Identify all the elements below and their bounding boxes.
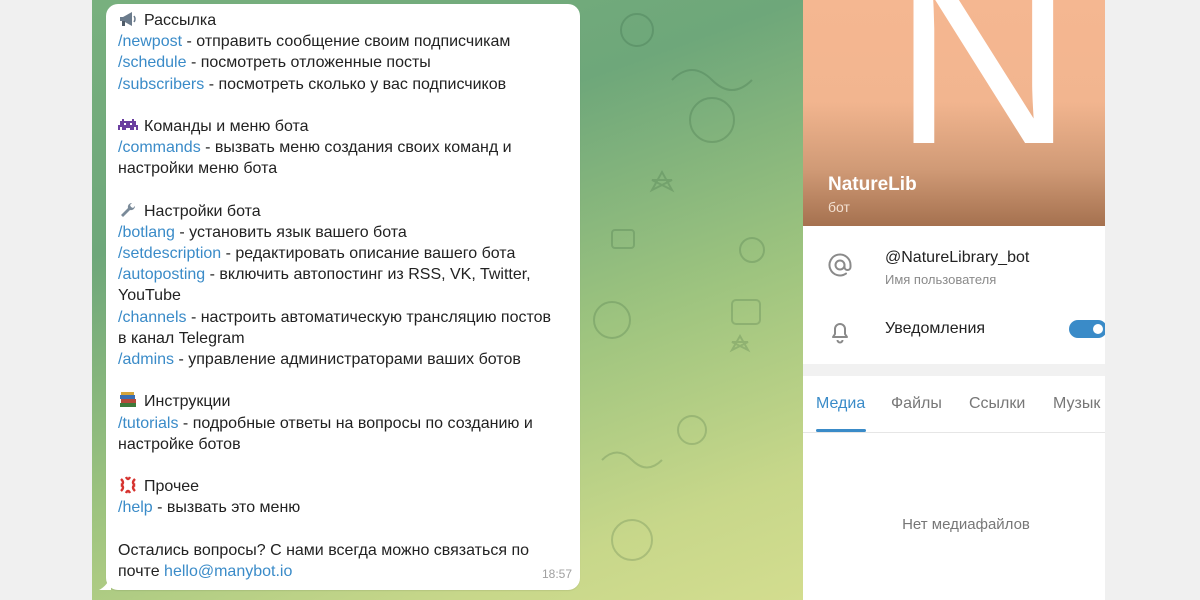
toggle-knob [1091, 322, 1105, 336]
command-link[interactable]: /botlang [118, 224, 175, 241]
message-line: /help - вызвать это меню [118, 497, 570, 518]
message-line: /setdescription - редактировать описание… [118, 243, 570, 264]
message-line: /autoposting - включить автопостинг из R… [118, 264, 570, 285]
line-text: Инструкции [144, 393, 231, 411]
line-text: - посмотреть отложенные посты [186, 54, 431, 72]
tab-files[interactable]: Файлы [891, 395, 942, 413]
command-link[interactable]: /tutorials [118, 415, 178, 432]
left-margin [0, 0, 92, 600]
command-link[interactable]: /schedule [118, 54, 187, 71]
username-label: Имя пользователя [885, 272, 997, 287]
profile-subtitle: бот [828, 199, 850, 215]
line-text: - настроить автоматическую трансляцию по… [186, 308, 552, 326]
message-line: Команды и меню бота [118, 116, 570, 137]
line-text: - отправить сообщение своим подписчикам [182, 33, 511, 51]
line-text: Команды и меню бота [144, 117, 309, 135]
profile-panel: N NatureLib бот @NatureLibrary_bot Имя п… [803, 0, 1105, 600]
command-link[interactable]: /channels [118, 309, 187, 326]
command-link[interactable]: /commands [118, 139, 201, 156]
chat-background: Рассылка/newpost - отправить сообщение с… [92, 0, 803, 600]
profile-avatar: N NatureLib бот [803, 0, 1105, 226]
line-text: Остались вопросы? С нами всегда можно св… [118, 541, 530, 559]
message-bubble: Рассылка/newpost - отправить сообщение с… [99, 4, 580, 590]
anger-icon [118, 476, 138, 494]
line-text: Рассылка [144, 12, 217, 29]
line-text: настройки меню бота [118, 160, 278, 178]
line-text: - установить язык вашего бота [174, 223, 407, 241]
message-line: /admins - управление администраторами ва… [118, 349, 570, 370]
command-link[interactable]: /help [118, 499, 153, 516]
command-link[interactable]: /autoposting [118, 266, 205, 283]
message-line: Прочее [118, 476, 570, 497]
right-margin [1105, 0, 1200, 600]
line-text: YouTube [118, 287, 181, 305]
message-line: /newpost - отправить сообщение своим под… [118, 31, 570, 52]
line-text: настройке ботов [118, 435, 241, 453]
message-line: Инструкции [118, 391, 570, 412]
message-line: /schedule - посмотреть отложенные посты [118, 52, 570, 73]
tab-music[interactable]: Музык [1053, 395, 1100, 413]
line-text: Настройки бота [144, 202, 261, 220]
message-line: настройки меню бота [118, 158, 570, 179]
tabs-divider [803, 432, 1105, 433]
line-text: - посмотреть сколько у вас подписчиков [204, 75, 507, 93]
bell-icon [832, 323, 848, 344]
line-text: в канал Telegram [118, 329, 245, 347]
line-text: - включить автопостинг из RSS, VK, Twitt… [205, 266, 531, 284]
command-link[interactable]: /newpost [118, 33, 182, 50]
notifications-toggle[interactable] [1069, 320, 1105, 338]
command-link[interactable]: /setdescription [118, 245, 221, 262]
tab-links[interactable]: Ссылки [969, 395, 1025, 413]
message-line: Остались вопросы? С нами всегда можно св… [118, 540, 570, 561]
message-line: Настройки бота [118, 201, 570, 222]
message-line: /botlang - установить язык вашего бота [118, 222, 570, 243]
section-separator [803, 364, 1105, 376]
empty-media-text: Нет медиафайлов [902, 516, 1030, 533]
line-text: - редактировать описание вашего бота [221, 245, 516, 263]
message-line: почте hello@manybot.io [118, 561, 570, 582]
message-line: /commands - вызвать меню создания своих … [118, 137, 570, 158]
line-text: почте [118, 562, 165, 580]
message-text: Рассылка/newpost - отправить сообщение с… [118, 10, 570, 582]
message-line: настройке ботов [118, 434, 570, 455]
at-sign-icon [828, 253, 852, 277]
message-line: в канал Telegram [118, 328, 570, 349]
wrench-icon [118, 201, 138, 219]
message-line: YouTube [118, 285, 570, 306]
line-text: - управление администраторами ваших бото… [174, 351, 521, 368]
tab-media[interactable]: Медиа [816, 395, 865, 413]
username[interactable]: @NatureLibrary_bot [885, 249, 1029, 267]
message-line: /tutorials - подробные ответы на вопросы… [118, 413, 570, 434]
command-link[interactable]: /admins [118, 351, 174, 368]
message-line: /channels - настроить автоматическую тра… [118, 307, 570, 328]
line-text: Прочее [144, 478, 200, 496]
books-icon [118, 391, 138, 409]
line-text: - вызвать это меню [152, 499, 301, 517]
profile-name: NatureLib [828, 174, 917, 195]
line-text: - вызвать меню создания своих команд и [200, 139, 512, 157]
notifications-label: Уведомления [885, 320, 986, 337]
command-link[interactable]: /subscribers [118, 76, 204, 93]
megaphone-icon [118, 10, 138, 28]
message-line: /subscribers - посмотреть сколько у вас … [118, 74, 570, 95]
avatar-letter: N [893, 0, 1074, 196]
space-invader-icon [118, 116, 138, 134]
message-line: Рассылка [118, 10, 570, 31]
bubble-tail [99, 576, 111, 590]
line-text: - подробные ответы на вопросы по создани… [178, 414, 533, 432]
message-time: 18:57 [541, 566, 572, 581]
email-link[interactable]: hello@manybot.io [164, 563, 292, 580]
